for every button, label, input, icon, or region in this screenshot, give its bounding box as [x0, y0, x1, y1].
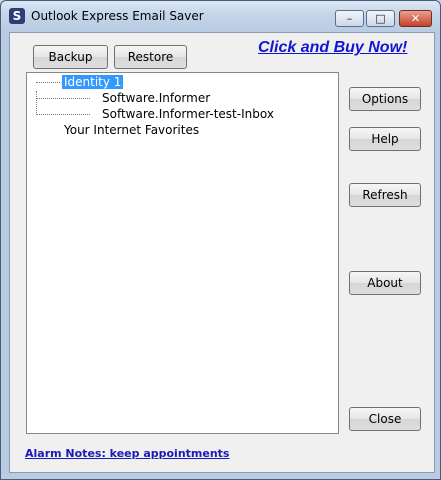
minimize-icon: – — [346, 12, 353, 25]
close-icon: ✕ — [410, 12, 421, 25]
alarm-notes-link[interactable]: Alarm Notes: keep appointments — [25, 447, 229, 460]
tree-connector — [36, 91, 37, 113]
tree-connector — [36, 82, 60, 83]
tree-connector — [36, 114, 90, 115]
backup-button[interactable]: Backup — [33, 45, 108, 69]
tree-item-folder[interactable]: Software.Informer — [102, 91, 210, 105]
close-window-button[interactable]: ✕ — [399, 10, 432, 27]
tree-item-favorites[interactable]: Your Internet Favorites — [64, 123, 199, 137]
tree-item-label: Software.Informer — [102, 91, 211, 105]
help-button[interactable]: Help — [349, 127, 421, 151]
title-bar[interactable]: S Outlook Express Email Saver – □ ✕ — [1, 1, 440, 31]
tree-item-label: Identity 1 — [62, 75, 124, 89]
tree-connector — [36, 98, 90, 99]
restore-button[interactable]: Restore — [114, 45, 187, 69]
options-button[interactable]: Options — [349, 87, 421, 111]
app-icon: S — [9, 8, 25, 24]
identity-tree[interactable]: Identity 1 Software.Informer Software.In… — [26, 72, 339, 434]
buy-now-link[interactable]: Click and Buy Now! — [258, 39, 407, 57]
about-button[interactable]: About — [349, 271, 421, 295]
main-panel: Backup Restore Click and Buy Now! Identi… — [9, 32, 435, 473]
refresh-button[interactable]: Refresh — [349, 183, 421, 207]
tree-item-identity[interactable]: Identity 1 — [62, 75, 124, 89]
window-title: Outlook Express Email Saver — [31, 9, 204, 23]
maximize-icon: □ — [375, 12, 386, 25]
minimize-button[interactable]: – — [335, 10, 364, 27]
tree-item-label: Software.Informer-test-Inbox — [102, 107, 274, 121]
tree-item-folder[interactable]: Software.Informer-test-Inbox — [102, 107, 274, 121]
tree-item-label: Your Internet Favorites — [64, 123, 200, 137]
app-window: S Outlook Express Email Saver – □ ✕ Back… — [0, 0, 441, 480]
close-button[interactable]: Close — [349, 407, 421, 431]
maximize-button[interactable]: □ — [366, 10, 395, 27]
